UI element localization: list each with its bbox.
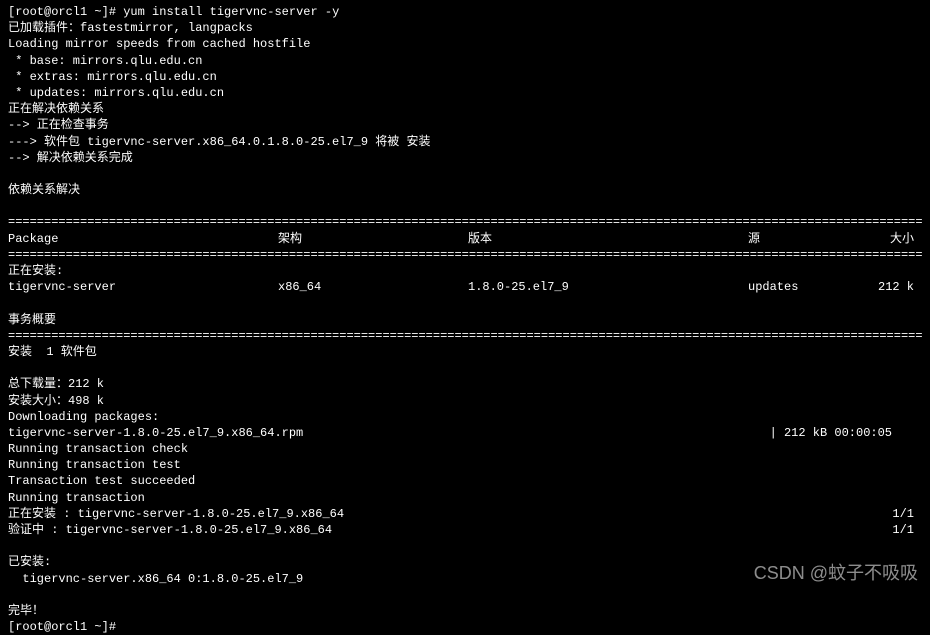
blank-line (8, 587, 922, 603)
blank-line (8, 198, 922, 214)
cell-size: 212 k (878, 279, 922, 295)
header-version: 版本 (468, 231, 748, 247)
install-step-row: 正在安装 : tigervnc-server-1.8.0-25.el7_9.x8… (8, 506, 922, 522)
output-line: Running transaction test (8, 457, 922, 473)
summary-line: 安装 1 软件包 (8, 344, 922, 360)
table-header-row: Package 架构 版本 源 大小 (8, 231, 922, 247)
output-line: * extras: mirrors.qlu.edu.cn (8, 69, 922, 85)
output-line: 正在解决依赖关系 (8, 101, 922, 117)
package-row: tigervnc-server x86_64 1.8.0-25.el7_9 up… (8, 279, 922, 295)
divider: ========================================… (8, 247, 922, 263)
divider: ========================================… (8, 328, 922, 344)
install-step-label: 验证中 : tigervnc-server-1.8.0-25.el7_9.x86… (8, 522, 892, 538)
prompt-line[interactable]: [root@orcl1 ~]# yum install tigervnc-ser… (8, 4, 922, 20)
install-step-count: 1/1 (892, 522, 922, 538)
blank-line (8, 360, 922, 376)
total-download: 总下载量：212 k (8, 376, 922, 392)
header-arch: 架构 (278, 231, 468, 247)
output-line: ---> 软件包 tigervnc-server.x86_64.0.1.8.0-… (8, 134, 922, 150)
output-line: Transaction test succeeded (8, 473, 922, 489)
command-text: yum install tigervnc-server -y (123, 5, 339, 19)
header-package: Package (8, 231, 278, 247)
output-line: 已加载插件：fastestmirror, langpacks (8, 20, 922, 36)
output-line: * base: mirrors.qlu.edu.cn (8, 53, 922, 69)
cell-repo: updates (748, 279, 878, 295)
cell-version: 1.8.0-25.el7_9 (468, 279, 748, 295)
download-stats: | 212 kB 00:00:05 (770, 425, 922, 441)
install-step-count: 1/1 (892, 506, 922, 522)
done-label: 完毕！ (8, 603, 922, 619)
cell-package: tigervnc-server (8, 279, 278, 295)
header-size: 大小 (878, 231, 922, 247)
watermark: CSDN @蚊子不吸吸 (754, 561, 918, 585)
install-size: 安装大小：498 k (8, 393, 922, 409)
output-line: Running transaction check (8, 441, 922, 457)
downloading-label: Downloading packages: (8, 409, 922, 425)
dep-resolved-label: 依赖关系解决 (8, 182, 922, 198)
blank-line (8, 166, 922, 182)
output-line: --> 正在检查事务 (8, 117, 922, 133)
output-line: Running transaction (8, 490, 922, 506)
output-line: --> 解决依赖关系完成 (8, 150, 922, 166)
output-line: * updates: mirrors.qlu.edu.cn (8, 85, 922, 101)
blank-line (8, 295, 922, 311)
header-repo: 源 (748, 231, 878, 247)
install-step-row: 验证中 : tigervnc-server-1.8.0-25.el7_9.x86… (8, 522, 922, 538)
output-line: Loading mirror speeds from cached hostfi… (8, 36, 922, 52)
terminal-output: [root@orcl1 ~]# yum install tigervnc-ser… (8, 4, 922, 635)
shell-prompt: [root@orcl1 ~]# (8, 5, 116, 19)
download-file: tigervnc-server-1.8.0-25.el7_9.x86_64.rp… (8, 425, 770, 441)
blank-line (8, 538, 922, 554)
cell-arch: x86_64 (278, 279, 468, 295)
installing-label: 正在安装: (8, 263, 922, 279)
install-step-label: 正在安装 : tigervnc-server-1.8.0-25.el7_9.x8… (8, 506, 892, 522)
divider: ========================================… (8, 214, 922, 230)
summary-header: 事务概要 (8, 312, 922, 328)
final-prompt[interactable]: [root@orcl1 ~]# (8, 619, 922, 635)
download-row: tigervnc-server-1.8.0-25.el7_9.x86_64.rp… (8, 425, 922, 441)
